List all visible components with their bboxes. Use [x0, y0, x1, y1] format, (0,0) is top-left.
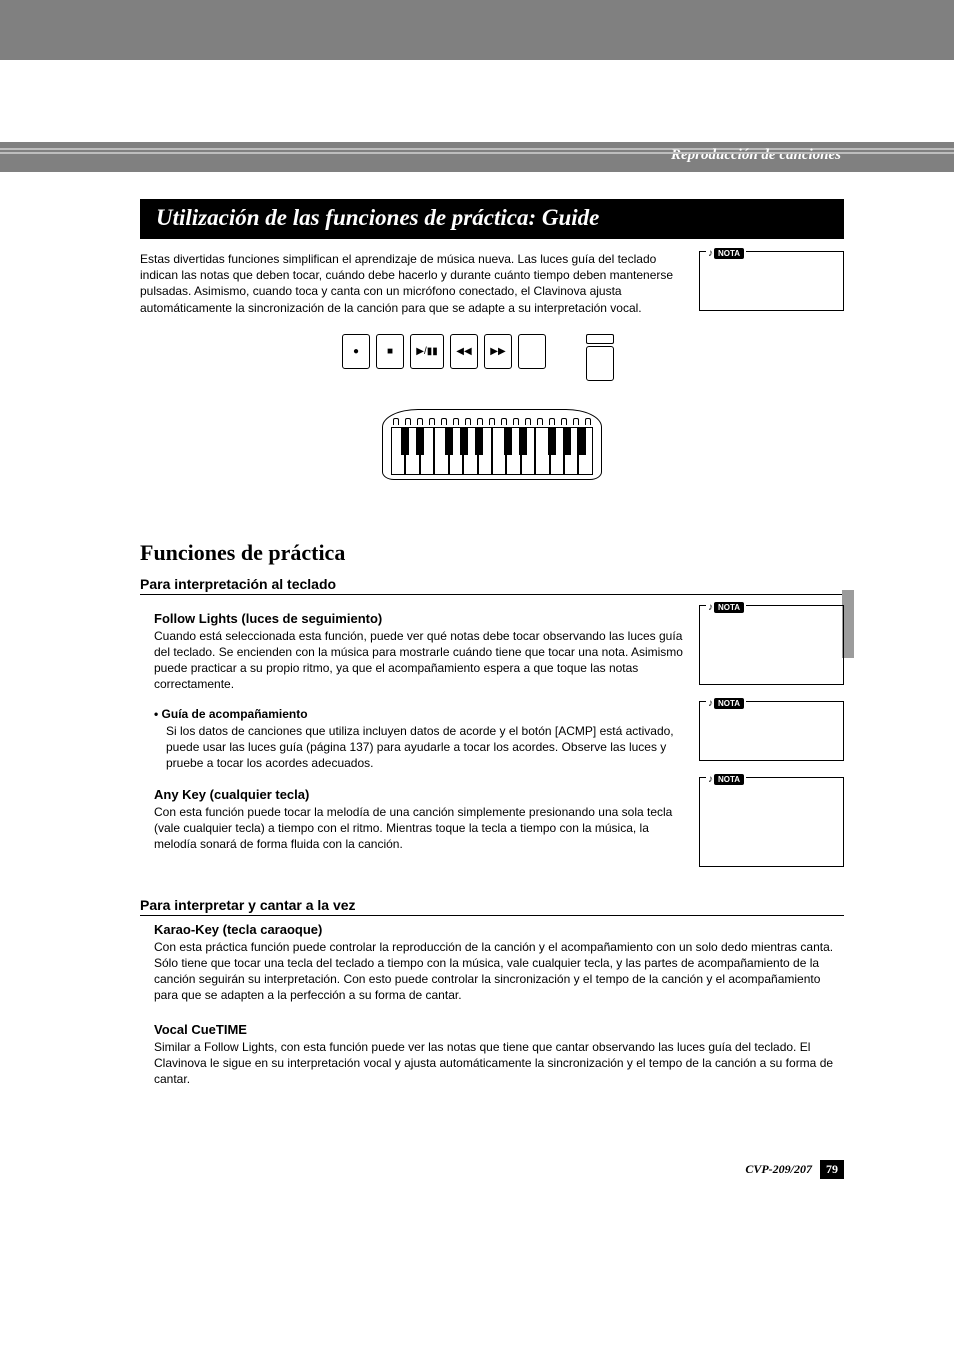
follow-lights-row: Follow Lights (luces de seguimiento) Cua… [140, 605, 844, 867]
note-icon: ♪ [708, 774, 713, 785]
keyboard-diagram [382, 409, 602, 480]
follow-lights-body: Cuando está seleccionada esta función, p… [154, 628, 687, 693]
accomp-guide-title: • Guía de acompañamiento [154, 707, 687, 721]
spacer [0, 60, 954, 142]
intro-row: Estas divertidas funciones simplifican e… [140, 251, 844, 316]
footer: CVP-209/207 79 [745, 1160, 844, 1179]
rec-button-icon: ● [342, 334, 370, 369]
page-title: Utilización de las funciones de práctica… [140, 199, 844, 239]
section-header-bar: Reproducción de canciones [0, 142, 954, 172]
note-icon: ♪ [708, 698, 713, 709]
blank-button-icon [518, 334, 546, 369]
blank-button-icon [586, 346, 614, 381]
content-area: Utilización de las funciones de práctica… [0, 199, 954, 1087]
sing-subheading: Para interpretar y cantar a la vez [140, 897, 844, 916]
page-number: 79 [820, 1160, 844, 1179]
karao-key-body: Con esta práctica función puede controla… [154, 939, 844, 1004]
play-pause-button-icon: ▶/▮▮ [410, 334, 444, 369]
nota-label: ♪NOTA [706, 598, 746, 613]
accomp-guide-body: Si los datos de canciones que utiliza in… [166, 723, 687, 772]
top-margin [0, 0, 954, 60]
rewind-button-icon: ◀◀ [450, 334, 478, 369]
keyboard-subheading: Para interpretación al teclado [140, 576, 844, 595]
transport-diagram: ● ■ ▶/▮▮ ◀◀ ▶▶ [140, 334, 844, 480]
follow-lights-title: Follow Lights (luces de seguimiento) [154, 611, 687, 626]
page: Reproducción de canciones Utilización de… [0, 0, 954, 1351]
nota-box: ♪NOTA [699, 605, 844, 685]
vocal-cuetime-body: Similar a Follow Lights, con esta funció… [154, 1039, 844, 1088]
karao-key-title: Karao-Key (tecla caraoque) [154, 922, 844, 937]
vocal-cuetime-title: Vocal CueTIME [154, 1022, 844, 1037]
nota-label: ♪NOTA [706, 770, 746, 785]
any-key-title: Any Key (cualquier tecla) [154, 787, 687, 802]
intro-text: Estas divertidas funciones simplifican e… [140, 251, 699, 316]
nota-label: ♪NOTA [706, 244, 746, 259]
nota-box: ♪NOTA [699, 777, 844, 867]
any-key-body: Con esta función puede tocar la melodía … [154, 804, 687, 853]
nota-box: ♪NOTA [699, 701, 844, 761]
section-label: Reproducción de canciones [671, 147, 841, 164]
model-label: CVP-209/207 [745, 1162, 812, 1177]
forward-button-icon: ▶▶ [484, 334, 512, 369]
stop-button-icon: ■ [376, 334, 404, 369]
nota-box: ♪NOTA [699, 251, 844, 311]
indicator-icon [586, 334, 614, 344]
nota-label: ♪NOTA [706, 694, 746, 709]
practice-heading: Funciones de práctica [140, 540, 844, 566]
note-icon: ♪ [708, 248, 713, 259]
note-icon: ♪ [708, 602, 713, 613]
